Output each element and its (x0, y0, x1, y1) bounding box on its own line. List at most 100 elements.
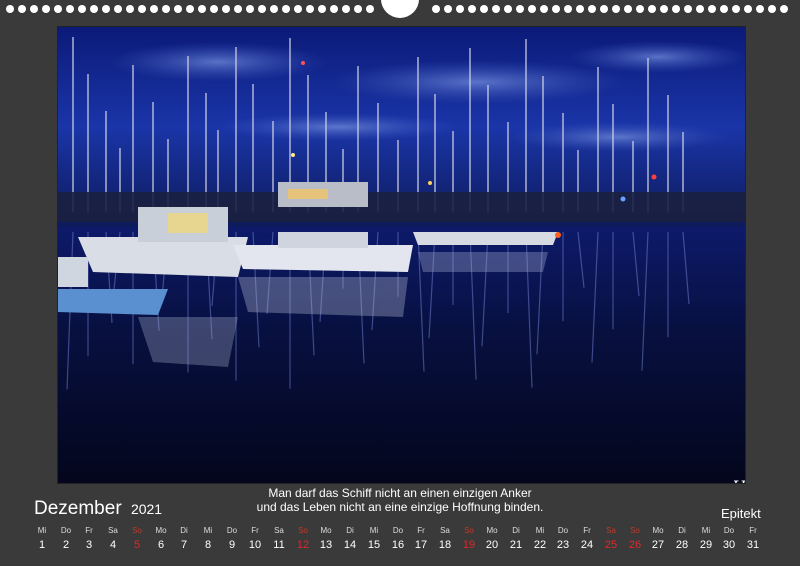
binding-hole (6, 5, 14, 13)
binding-hole (780, 5, 788, 13)
day-number: 5 (133, 539, 141, 551)
binding-hole (342, 5, 350, 13)
weekday-label: Do (723, 526, 735, 535)
day-cell: Sa 4 (101, 526, 125, 553)
binding-hole (732, 5, 740, 13)
binding-hole (174, 5, 182, 13)
day-number: 9 (228, 539, 236, 551)
month-name: Dezember (34, 498, 122, 519)
weekday-label: Mi (701, 526, 711, 535)
weekday-label: Do (557, 526, 569, 535)
day-number: 11 (273, 539, 285, 551)
svg-text:H: H (731, 477, 746, 484)
binding-hole (600, 5, 608, 13)
day-cell: Mi 22 (528, 526, 552, 553)
binding-hole (708, 5, 716, 13)
day-number: 27 (651, 539, 665, 551)
weekday-label: Fr (749, 526, 757, 535)
binding-hole (210, 5, 218, 13)
binding-hole (90, 5, 98, 13)
day-cell: Mo 13 (314, 526, 338, 553)
weekday-label: Sa (274, 526, 284, 535)
month-title: Dezember 2021 (34, 498, 162, 520)
binding-hole (612, 5, 620, 13)
binding-hole (492, 5, 500, 13)
weekday-label: Di (678, 526, 686, 535)
day-cell: Fr 31 (741, 526, 765, 553)
binding-hole (198, 5, 206, 13)
binding-hole (78, 5, 86, 13)
binding-hole (66, 5, 74, 13)
binding-hole (684, 5, 692, 13)
day-cell: Do 16 (386, 526, 410, 553)
day-cell: Do 23 (551, 526, 575, 553)
day-number: 7 (180, 539, 188, 551)
day-cell: Mo 6 (149, 526, 173, 553)
weekday-label: Sa (440, 526, 450, 535)
binding-hole (432, 5, 440, 13)
binding-hole (564, 5, 572, 13)
day-cell: Di 7 (172, 526, 196, 553)
day-number: 19 (462, 539, 476, 551)
day-number: 10 (248, 539, 262, 551)
day-number: 13 (319, 539, 333, 551)
binding-hole (258, 5, 266, 13)
day-number: 3 (85, 539, 93, 551)
binding-hole (366, 5, 374, 13)
weekday-label: Mo (155, 526, 167, 535)
binding-hole (162, 5, 170, 13)
day-number: 14 (343, 539, 357, 551)
quote-line-2: und das Leben nicht an eine einzige Hoff… (256, 500, 544, 514)
binding-hole (636, 5, 644, 13)
day-number: 28 (675, 539, 689, 551)
binding-hole (480, 5, 488, 13)
day-cell: Do 9 (220, 526, 244, 553)
binding-hole (186, 5, 194, 13)
weekday-label: Sa (108, 526, 118, 535)
day-number: 25 (604, 539, 618, 551)
day-number: 20 (485, 539, 499, 551)
day-cell: Di 21 (504, 526, 528, 553)
binding-hole (42, 5, 50, 13)
weekday-label: Mi (369, 526, 379, 535)
day-number: 17 (414, 539, 428, 551)
day-cell: Sa 18 (433, 526, 457, 553)
day-cell: So 5 (125, 526, 149, 553)
day-number: 15 (367, 539, 381, 551)
binding-hole (756, 5, 764, 13)
quote-line-1: Man darf das Schiff nicht an einen einzi… (268, 486, 532, 500)
weekday-label: Di (346, 526, 354, 535)
weekday-label: Fr (251, 526, 259, 535)
day-cell: Mi 1 (30, 526, 54, 553)
day-number: 4 (109, 539, 117, 551)
binding-hole (696, 5, 704, 13)
weekday-label: Mi (535, 526, 545, 535)
day-number: 30 (722, 539, 736, 551)
binding-hole (282, 5, 290, 13)
day-cell: Mo 27 (646, 526, 670, 553)
weekday-label: So (630, 526, 640, 535)
day-number: 23 (556, 539, 570, 551)
binding-hole (648, 5, 656, 13)
weekday-label: Sa (606, 526, 616, 535)
binding-hole (588, 5, 596, 13)
day-cell: Fr 17 (409, 526, 433, 553)
binding-hole (456, 5, 464, 13)
marina-image (58, 27, 745, 483)
photographer-signature: H einrich Wachhausen (731, 477, 746, 484)
binding-hole (150, 5, 158, 13)
binding-hole (552, 5, 560, 13)
binding-hole (30, 5, 38, 13)
binding-hole (234, 5, 242, 13)
binding-hole (540, 5, 548, 13)
day-cell: So 12 (291, 526, 315, 553)
binding-hole (720, 5, 728, 13)
quote-author: Epitekt (721, 506, 761, 521)
binding-hole (576, 5, 584, 13)
day-cell: Mi 15 (362, 526, 386, 553)
calendar-photo-marina-night: H einrich Wachhausen (57, 26, 746, 484)
binding-hole (624, 5, 632, 13)
day-cell: Mi 8 (196, 526, 220, 553)
day-cell: Mo 20 (480, 526, 504, 553)
hanger-hole (381, 0, 419, 18)
